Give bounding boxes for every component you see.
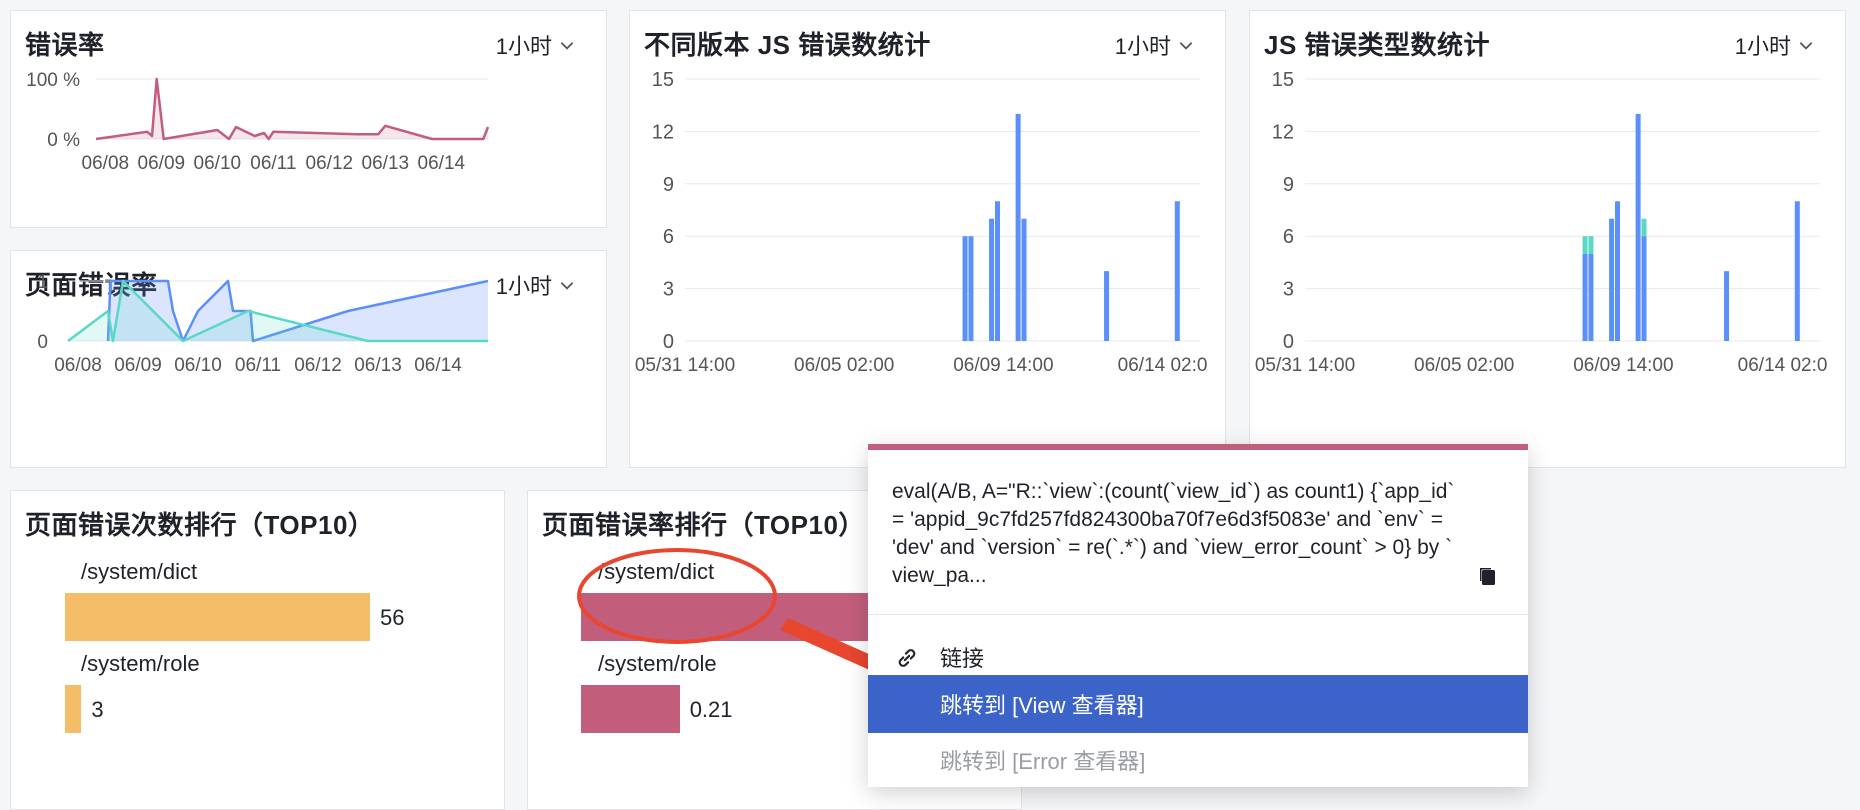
- rank-label-system-dict: /system/dict: [81, 559, 198, 584]
- menu-item-label: 链接: [940, 646, 985, 671]
- panel-title: 页面错误次数排行（TOP10）: [25, 510, 375, 540]
- bar: [1614, 201, 1620, 341]
- link-icon: [898, 649, 916, 667]
- y-tick-label: 0: [1283, 331, 1294, 353]
- bar: [1174, 201, 1180, 341]
- bar: [1588, 236, 1594, 254]
- x-tick-label: 06/11: [250, 153, 296, 174]
- menu-item-label: 跳转到 [View 查看器]: [940, 693, 1144, 718]
- y-tick-label: 0: [37, 332, 48, 353]
- menu-divider: [868, 614, 1528, 615]
- x-tick-label: 06/05 02:00: [1414, 355, 1514, 376]
- bar: [962, 236, 968, 341]
- x-tick-label: 06/12: [306, 153, 354, 174]
- bar: [1104, 271, 1110, 341]
- bar: [989, 218, 995, 341]
- bar: [994, 201, 1000, 341]
- x-tick-label: 06/12: [294, 355, 342, 376]
- y-tick-label: 6: [1283, 226, 1294, 248]
- bar: [1015, 113, 1021, 341]
- x-tick-label: 05/31 14:00: [1255, 355, 1355, 376]
- bar: [1724, 271, 1730, 341]
- copy-icon[interactable]: [1476, 564, 1500, 588]
- rank-value-system-role: 0.21: [689, 697, 733, 722]
- x-tick-label: 06/08: [82, 153, 130, 174]
- bar: [1588, 253, 1594, 341]
- y-tick-label: 3: [1283, 279, 1294, 301]
- bar: [1582, 253, 1588, 341]
- x-tick-label: 06/09 14:00: [953, 355, 1053, 376]
- rank-bar-system-dict[interactable]: [65, 593, 370, 641]
- page-error-rate-chart: 1 0 06/08 06/09 06/10 06/11 06/12 06/13 06/14: [37, 272, 489, 376]
- x-tick-label: 06/13: [354, 355, 402, 376]
- x-tick-label: 06/10: [174, 355, 222, 376]
- js-errors-by-type-chart: 15 12 9 6 3 005/31 14:00 06/05 02:00 06/09 14:0…: [1255, 69, 1828, 376]
- x-tick-label: 06/14: [414, 355, 462, 376]
- bar: [1794, 201, 1800, 341]
- panel-page-error-count-rank: 页面错误次数排行（TOP10） /system/dict 56 /system/…: [10, 490, 505, 810]
- y-tick-label: 9: [663, 174, 674, 196]
- x-tick-label: 06/10: [194, 153, 242, 174]
- y-tick-label: 0: [663, 331, 674, 353]
- y-tick-label: 6: [663, 226, 674, 248]
- y-tick-label: 3: [663, 279, 674, 301]
- panel-title: 页面错误率排行（TOP10）: [542, 510, 865, 540]
- rank-label-system-dict: /system/dict: [598, 559, 715, 584]
- y-tick-label: 1: [37, 272, 48, 293]
- bar: [1582, 236, 1588, 254]
- rank-value-system-role: 3: [91, 697, 104, 722]
- x-tick-label: 06/05 02:00: [794, 355, 894, 376]
- rank-bar-system-role[interactable]: [65, 685, 82, 733]
- x-tick-label: 06/13: [362, 153, 410, 174]
- panel-js-errors-by-type: JS 错误类型数统计 1小时 15 12 9 6 3 0 05/31 14:00 06/05 …: [1249, 10, 1846, 468]
- panel-js-errors-by-version: 不同版本 JS 错误数统计 1小时 15 12 9 6 3 0 05/31 14:00 06/…: [629, 10, 1226, 468]
- menu-item-view-viewer[interactable]: 跳转到 [View 查看器]: [868, 675, 1528, 733]
- menu-item-label: 跳转到 [Error 查看器]: [940, 749, 1146, 774]
- query-text: eval(A/B, A="R::`view`:(count(`view_id`)…: [892, 480, 1455, 587]
- y-tick-label: 15: [652, 69, 674, 91]
- rank-label-system-role: /system/role: [81, 651, 200, 676]
- x-tick-label: 06/11: [235, 355, 281, 376]
- rank-label-system-role: /system/role: [598, 651, 717, 676]
- y-tick-label: 12: [652, 121, 674, 143]
- x-tick-label: 06/09: [114, 355, 162, 376]
- bar: [968, 236, 974, 341]
- bar: [1641, 236, 1647, 341]
- x-tick-label: 06/09: [138, 153, 186, 174]
- menu-item-error-viewer[interactable]: 跳转到 [Error 查看器]: [868, 731, 1528, 789]
- x-tick-label: 06/14 02:0: [1118, 355, 1208, 376]
- js-errors-by-version-chart: 15 12 9 6 3 005/31 14:00 06/05 02:00 06/09 14:0…: [635, 69, 1208, 376]
- y-tick-label: 12: [1272, 121, 1294, 143]
- bar: [1641, 218, 1647, 237]
- x-tick-label: 06/14 02:0: [1738, 355, 1828, 376]
- error-rate-chart: 100 % 0 %06/08 06/09 06/10 06/11 06/12 06/13 06…: [26, 70, 490, 174]
- x-tick-label: 06/14: [418, 153, 466, 174]
- y-tick-label: 15: [1272, 69, 1294, 91]
- rank-bar-system-role[interactable]: [581, 685, 680, 733]
- chart-context-menu: eval(A/B, A="R::`view`:(count(`view_id`)…: [868, 444, 1528, 787]
- x-tick-label: 06/09 14:00: [1573, 355, 1673, 376]
- bar: [1021, 218, 1027, 341]
- bar: [1609, 218, 1615, 341]
- y-tick-label: 100 %: [26, 70, 80, 91]
- bar: [1635, 113, 1641, 341]
- y-tick-label: 9: [1283, 174, 1294, 196]
- y-tick-label: 0 %: [47, 130, 80, 151]
- panel-error-rate: 错误率 1小时 100 % 0 % 06/08 06/09 06/10 06/11 06/1…: [10, 10, 607, 228]
- x-tick-label: 06/08: [54, 355, 102, 376]
- rank-value-system-dict: 56: [380, 605, 405, 630]
- panel-page-error-rate: 页面错误率 1小时 1 0 06/08 06/09 06/10 06/11 06/12 06/…: [10, 250, 607, 468]
- x-tick-label: 05/31 14:00: [635, 355, 735, 376]
